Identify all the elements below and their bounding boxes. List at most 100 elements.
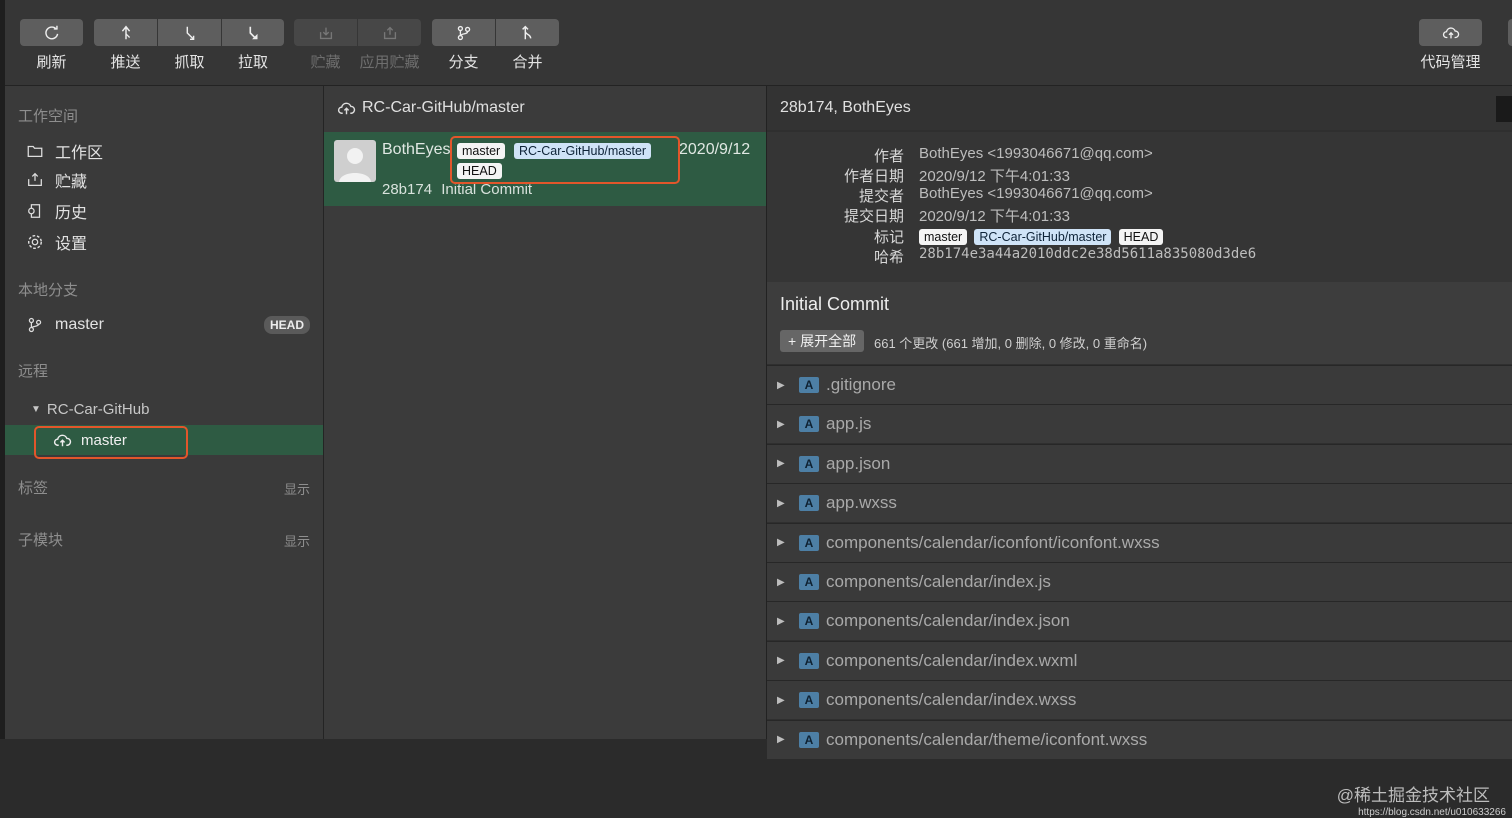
head-badge: HEAD <box>263 316 310 334</box>
branch-icon <box>25 315 45 335</box>
commit-hash: 28b174 <box>382 181 433 198</box>
disclosure-triangle-icon[interactable]: ▶ <box>777 537 789 548</box>
details-author: BothEyes <box>842 99 911 116</box>
commit-date-label: 提交日期 <box>843 208 904 225</box>
file-row[interactable]: ▶ Acomponents/calendar/theme/iconfont.wxs… <box>767 719 1512 759</box>
file-row[interactable]: ▶ Acomponents/calendar/index.wxss <box>767 680 1512 720</box>
added-status-badge: A <box>799 652 819 669</box>
workspace-section-title: 工作空间 <box>18 108 79 125</box>
disclosure-triangle-icon[interactable]: ▶ <box>777 419 789 430</box>
details-hash: 28b174 <box>780 99 834 116</box>
sidebar-item-remote[interactable]: ▼ RC-Car-GitHub <box>5 394 323 424</box>
disclosure-triangle-icon[interactable]: ▶ <box>777 655 789 666</box>
file-row[interactable]: ▶ Aapp.json <box>767 443 1512 483</box>
apply-stash-button[interactable] <box>358 19 421 46</box>
added-status-badge: A <box>799 613 819 630</box>
file-row[interactable]: ▶ Aapp.js <box>767 404 1512 444</box>
file-name: components/calendar/iconfont/iconfont.wx… <box>826 532 1160 552</box>
sidebar-item-label: 历史 <box>55 205 88 222</box>
change-summary: 661 个更改 (661 增加, 0 删除, 0 修改, 0 重命名) <box>874 336 1148 351</box>
pull-icon <box>249 26 258 39</box>
added-status-badge: A <box>799 495 819 512</box>
stash-icon <box>319 27 332 39</box>
sidebar-item-local-master[interactable]: master HEAD <box>5 311 323 339</box>
file-name: app.json <box>826 453 891 473</box>
merge-button[interactable] <box>496 19 559 46</box>
added-status-badge: A <box>799 455 819 472</box>
push-button[interactable] <box>94 19 157 46</box>
hash-label: 哈希 <box>873 249 904 266</box>
commit-metadata: 作者 BothEyes <1993046671@qq.com> 作者日期 202… <box>767 132 1512 282</box>
sidebar-item-label: 设置 <box>55 236 88 253</box>
sidebar: 工作空间 工作区 贮藏 历史 设置 本地分支 master HEAD 远程 ▼ … <box>5 86 324 739</box>
sidebar-item-history[interactable]: 历史 <box>5 197 323 225</box>
committer-value: BothEyes <1993046671@qq.com> <box>919 185 1153 202</box>
stash-button[interactable] <box>294 19 357 46</box>
file-name: components/calendar/theme/iconfont.wxss <box>826 729 1148 749</box>
pull-label: 拉取 <box>237 54 268 71</box>
disclosure-triangle-icon[interactable]: ▶ <box>777 498 789 509</box>
refresh-label: 刷新 <box>36 54 67 71</box>
commit-author: BothEyes <box>382 141 451 158</box>
file-row[interactable]: ▶ Acomponents/calendar/index.json <box>767 601 1512 641</box>
pull-button[interactable] <box>222 19 284 46</box>
disclosure-triangle-icon[interactable]: ▶ <box>777 734 789 745</box>
sidebar-item-label: master <box>55 316 104 333</box>
disclosure-triangle-icon[interactable]: ▶ <box>777 380 789 391</box>
details-header: 28b174, BothEyes <box>767 86 1512 130</box>
code-management-button[interactable] <box>1419 19 1482 46</box>
branch-icon <box>457 25 470 40</box>
history-header: RC-Car-GitHub/master <box>324 86 525 130</box>
submodules-show-link[interactable]: 显示 <box>284 531 310 550</box>
author-date-label: 作者日期 <box>843 168 904 185</box>
ref-badge-remote-master: RC-Car-GitHub/master <box>974 229 1112 245</box>
tags-section-title: 标签 <box>18 480 49 497</box>
committer-label: 提交者 <box>858 188 904 205</box>
file-row[interactable]: ▶ A .gitignore <box>767 365 1512 404</box>
sidebar-item-settings[interactable]: 设置 <box>5 228 323 256</box>
disclosure-triangle-icon[interactable]: ▶ <box>777 616 789 627</box>
refresh-button[interactable] <box>20 19 83 46</box>
header-control[interactable] <box>1496 96 1512 122</box>
sidebar-item-working-copy[interactable]: 工作区 <box>5 137 323 165</box>
disclosure-triangle-icon[interactable]: ▶ <box>777 577 789 588</box>
push-label: 推送 <box>110 54 141 71</box>
fetch-icon <box>186 26 194 40</box>
annotation-highlight <box>450 136 680 184</box>
disclosure-triangle-icon[interactable]: ▶ <box>777 458 789 469</box>
push-icon <box>121 25 130 39</box>
hash-value: 28b174e3a44a2010ddc2e38d5611a835080d3de6 <box>919 246 1257 262</box>
branch-label: 分支 <box>448 54 479 71</box>
file-row[interactable]: ▶ Acomponents/calendar/index.js <box>767 562 1512 601</box>
sidebar-item-label: 工作区 <box>55 145 104 162</box>
file-row[interactable]: ▶ Acomponents/calendar/index.wxml <box>767 640 1512 680</box>
file-row[interactable]: ▶ Acomponents/calendar/iconfont/iconfont.… <box>767 522 1512 562</box>
tags-label: 标记 <box>873 229 904 246</box>
expand-all-button[interactable]: + 展开全部 <box>780 330 865 352</box>
file-name: components/calendar/index.json <box>826 611 1070 631</box>
branch-button[interactable] <box>432 19 495 46</box>
annotation-highlight <box>34 426 188 459</box>
overflow-toolbar-button[interactable] <box>1508 19 1512 46</box>
sidebar-item-stash[interactable]: 贮藏 <box>5 166 323 194</box>
added-status-badge: A <box>799 692 819 709</box>
cloud-icon <box>1442 26 1459 38</box>
disclosure-triangle-icon[interactable]: ▼ <box>31 404 41 415</box>
tags-show-link[interactable]: 显示 <box>284 479 310 498</box>
refresh-icon <box>44 25 58 39</box>
commit-title: Initial Commit <box>780 294 890 314</box>
tag-badges: master RC-Car-GitHub/master HEAD <box>919 228 1164 245</box>
sidebar-item-label: 贮藏 <box>55 174 88 191</box>
author-value: BothEyes <1993046671@qq.com> <box>919 145 1153 162</box>
added-status-badge: A <box>799 534 819 551</box>
added-status-badge: A <box>799 574 819 590</box>
added-status-badge: A <box>799 377 819 393</box>
file-row[interactable]: ▶ Aapp.wxss <box>767 483 1512 523</box>
avatar <box>334 140 376 182</box>
file-name: .gitignore <box>826 375 896 394</box>
disclosure-triangle-icon[interactable]: ▶ <box>777 695 789 706</box>
watermark: @稀土掘金技术社区 <box>1336 786 1490 805</box>
commit-details-panel: 28b174, BothEyes 作者 BothEyes <1993046671… <box>767 86 1512 818</box>
fetch-button[interactable] <box>158 19 221 46</box>
merge-icon <box>521 25 531 39</box>
